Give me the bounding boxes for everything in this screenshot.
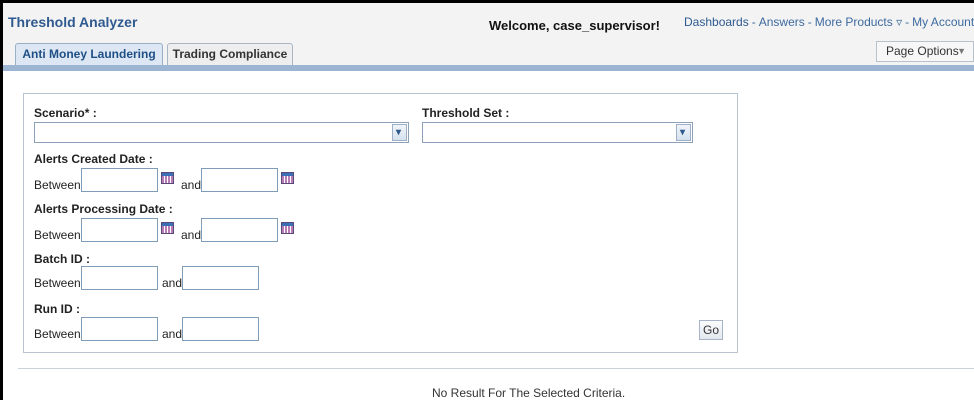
between-label: Between [34, 327, 81, 341]
batch-id-label: Batch ID : [34, 252, 91, 266]
nav-link-dashboards[interactable]: Dashboards [684, 15, 749, 29]
app-header: Threshold Analyzer Welcome, case_supervi… [3, 3, 974, 35]
chevron-down-icon[interactable]: ▾ [392, 124, 407, 141]
run-id-to-input[interactable] [182, 317, 259, 341]
nav-link-answers[interactable]: Answers [759, 15, 805, 29]
threshold-set-select[interactable]: ▾ [422, 122, 693, 143]
chevron-down-icon[interactable]: ▾ [676, 124, 691, 141]
run-id-from-input[interactable] [81, 317, 158, 341]
nav-link-my-account[interactable]: My Account [912, 15, 974, 29]
nav-separator: - [905, 15, 910, 29]
and-label: and [162, 327, 183, 341]
calendar-icon[interactable] [281, 222, 294, 234]
and-label: and [162, 276, 183, 290]
alerts-processing-date-label: Alerts Processing Date : [34, 202, 173, 216]
alerts-processing-to-input[interactable] [201, 218, 278, 242]
tab-bar: Anti Money Laundering Trading Compliance… [3, 35, 974, 65]
batch-id-from-input[interactable] [81, 266, 158, 290]
between-label: Between [34, 276, 81, 290]
batch-id-to-input[interactable] [182, 266, 259, 290]
more-products-arrow-icon[interactable]: ▿ [896, 15, 902, 29]
search-criteria-panel: Scenario* : ▾ Threshold Set : ▾ Alerts C… [23, 93, 738, 353]
run-id-label: Run ID : [34, 302, 80, 316]
global-nav: Dashboards - Answers - More Products ▿ - My Ac… [684, 15, 974, 29]
tab-trading-compliance[interactable]: Trading Compliance [167, 43, 293, 65]
chevron-down-icon: ▼ [957, 46, 966, 56]
page-options-label: Page Options [886, 44, 959, 58]
go-button[interactable]: Go [699, 320, 723, 340]
calendar-icon[interactable] [281, 172, 294, 184]
between-label: Between [34, 228, 81, 242]
threshold-set-label: Threshold Set : [422, 106, 510, 120]
nav-separator: - [807, 15, 812, 29]
results-divider [18, 368, 974, 369]
alerts-created-from-input[interactable] [81, 168, 158, 192]
calendar-icon[interactable] [161, 172, 174, 184]
no-result-message: No Result For The Selected Criteria. [432, 386, 626, 400]
page-options-button[interactable]: Page Options ▼ [876, 41, 974, 62]
scenario-select[interactable]: ▾ [34, 122, 409, 143]
app-title: Threshold Analyzer [8, 14, 138, 30]
alerts-created-to-input[interactable] [201, 168, 278, 192]
and-label: and [181, 178, 202, 192]
welcome-message: Welcome, case_supervisor! [489, 18, 661, 33]
tab-anti-money-laundering[interactable]: Anti Money Laundering [15, 43, 163, 65]
alerts-processing-from-input[interactable] [81, 218, 158, 242]
alerts-created-date-label: Alerts Created Date : [34, 152, 153, 166]
nav-link-more-products[interactable]: More Products [815, 15, 893, 29]
calendar-icon[interactable] [161, 222, 174, 234]
between-label: Between [34, 178, 81, 192]
and-label: and [181, 228, 202, 242]
scenario-label: Scenario* : [34, 106, 97, 120]
nav-separator: - [751, 15, 756, 29]
